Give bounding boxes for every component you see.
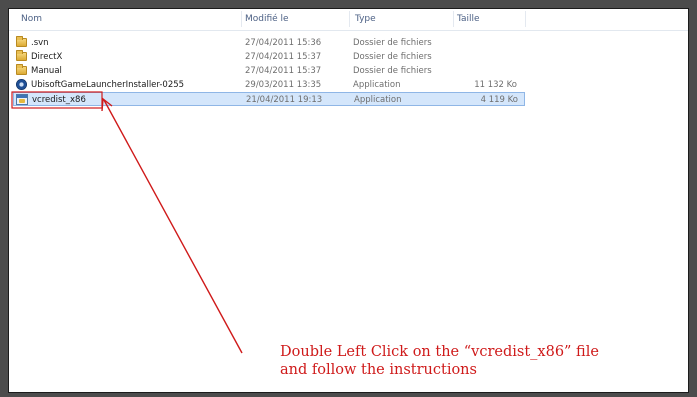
instruction-line-1: Double Left Click on the “vcredist_x86” … [280,344,599,360]
instruction-annotation: Double Left Click on the “vcredist_x86” … [280,343,690,379]
annotation-arrow [103,99,243,354]
highlight-box [11,91,103,109]
instruction-line-2: and follow the instructions [280,362,477,378]
annotation-overlay [11,91,243,354]
